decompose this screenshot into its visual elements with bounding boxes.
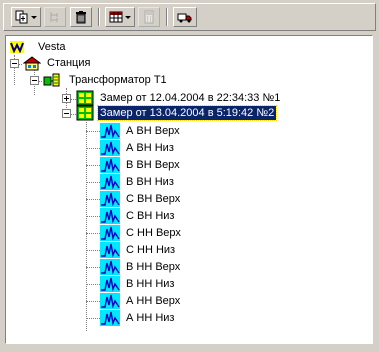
tree-node-signal[interactable]: В ВН Низ [100,174,176,190]
tree-node-signal[interactable]: А НН Низ [100,310,176,326]
tree-node-label: А НН Низ [126,312,175,324]
tree-node-measurement-1[interactable]: Замер от 12.04.2004 в 22:34:33 №1 [76,90,282,106]
tree-node-label: С ВН Верх [126,193,181,205]
toolbar-separator [98,8,100,26]
tree-node-label: Трансформатор Т1 [69,74,167,86]
tree-view[interactable]: Vesta Станция Трансформатор Т1 Замер от … [5,35,373,344]
waveform-icon [100,191,120,207]
collapse-toggle[interactable] [10,59,19,68]
measurement-icon [76,90,94,106]
tree-connector [86,284,100,285]
tree-node-label: В ВН Верх [126,159,180,171]
tree-connector [86,267,100,268]
tree-node-root[interactable]: Vesta [10,39,68,55]
tree-connector [86,216,100,217]
tree-node-label: Станция [47,57,91,69]
tree-connector [86,148,100,149]
tree-connector [86,318,100,319]
station-building-icon [23,56,41,71]
tree-node-label: А ВН Низ [126,142,174,154]
collapse-toggle[interactable] [30,76,39,85]
tree-node-signal[interactable]: В НН Низ [100,276,176,292]
tree-connector [86,233,100,234]
tree-node-label: Замер от 13.04.2004 в 5:19:42 №2 [96,105,278,121]
tree-node-signal[interactable]: А ВН Низ [100,140,176,156]
toolbar [3,3,376,31]
delete-button[interactable] [70,7,92,27]
waveform-icon [100,208,120,224]
tree-node-signal[interactable]: С ВН Верх [100,191,182,207]
chevron-down-icon [125,15,131,19]
expand-toggle[interactable] [62,94,71,103]
toolbar-separator [166,8,168,26]
tree-node-signal[interactable]: В НН Верх [100,259,182,275]
tree-node-signal[interactable]: С НН Верх [100,225,183,241]
truck-icon [177,13,192,23]
waveform-icon [100,123,120,139]
waveform-icon [100,157,120,173]
waveform-icon [100,174,120,190]
waveform-icon [100,310,120,326]
tree-node-label: А НН Верх [126,295,181,307]
tree-node-label: С НН Низ [126,244,176,256]
tree-node-signal[interactable]: С ВН Низ [100,208,176,224]
tree-connector [86,199,100,200]
tree-node-transformer[interactable]: Трансформатор Т1 [43,72,169,88]
tree-node-label: А ВН Верх [126,125,180,137]
tree-node-label: В НН Верх [126,261,181,273]
transformer-icon [43,73,60,87]
waveform-icon [100,293,120,309]
tree-node-signal[interactable]: А ВН Верх [100,123,182,139]
waveform-icon [100,140,120,156]
tree-connector [86,165,100,166]
tree-node-signal[interactable]: С НН Низ [100,242,177,258]
waveform-icon [100,276,120,292]
trash-icon [76,11,86,24]
transport-button[interactable] [173,7,197,27]
add-node-icon [15,10,28,24]
vesta-logo-icon [10,41,24,53]
tree-node-signal[interactable]: В ВН Верх [100,157,182,173]
calculator-button[interactable] [138,7,160,27]
measurement-icon [76,105,94,121]
waveform-icon [100,259,120,275]
tree-structure-button[interactable] [44,7,66,27]
table-view-icon [109,11,123,23]
tree-connector [86,250,100,251]
tree-node-station[interactable]: Станция [23,55,92,71]
tree-node-label: С НН Верх [126,227,181,239]
tree-node-label: Замер от 12.04.2004 в 22:34:33 №1 [100,92,281,104]
calculator-icon [144,10,154,24]
tree-connector [86,131,100,132]
tree-structure-icon [50,12,58,22]
collapse-toggle[interactable] [62,109,71,118]
tree-node-label: В ВН Низ [126,176,174,188]
tree-node-label: В НН Низ [126,278,175,290]
waveform-icon [100,225,120,241]
chevron-down-icon [31,15,37,19]
tree-connector [86,301,100,302]
tree-connector [86,122,87,331]
waveform-icon [100,242,120,258]
tree-node-label: С ВН Низ [126,210,175,222]
tree-connector [86,182,100,183]
tree-node-measurement-2[interactable]: Замер от 13.04.2004 в 5:19:42 №2 [76,105,278,121]
tree-node-signal[interactable]: А НН Верх [100,293,182,309]
tree-node-label: Vesta [38,41,66,53]
add-node-button[interactable] [11,7,41,27]
table-view-button[interactable] [105,7,135,27]
